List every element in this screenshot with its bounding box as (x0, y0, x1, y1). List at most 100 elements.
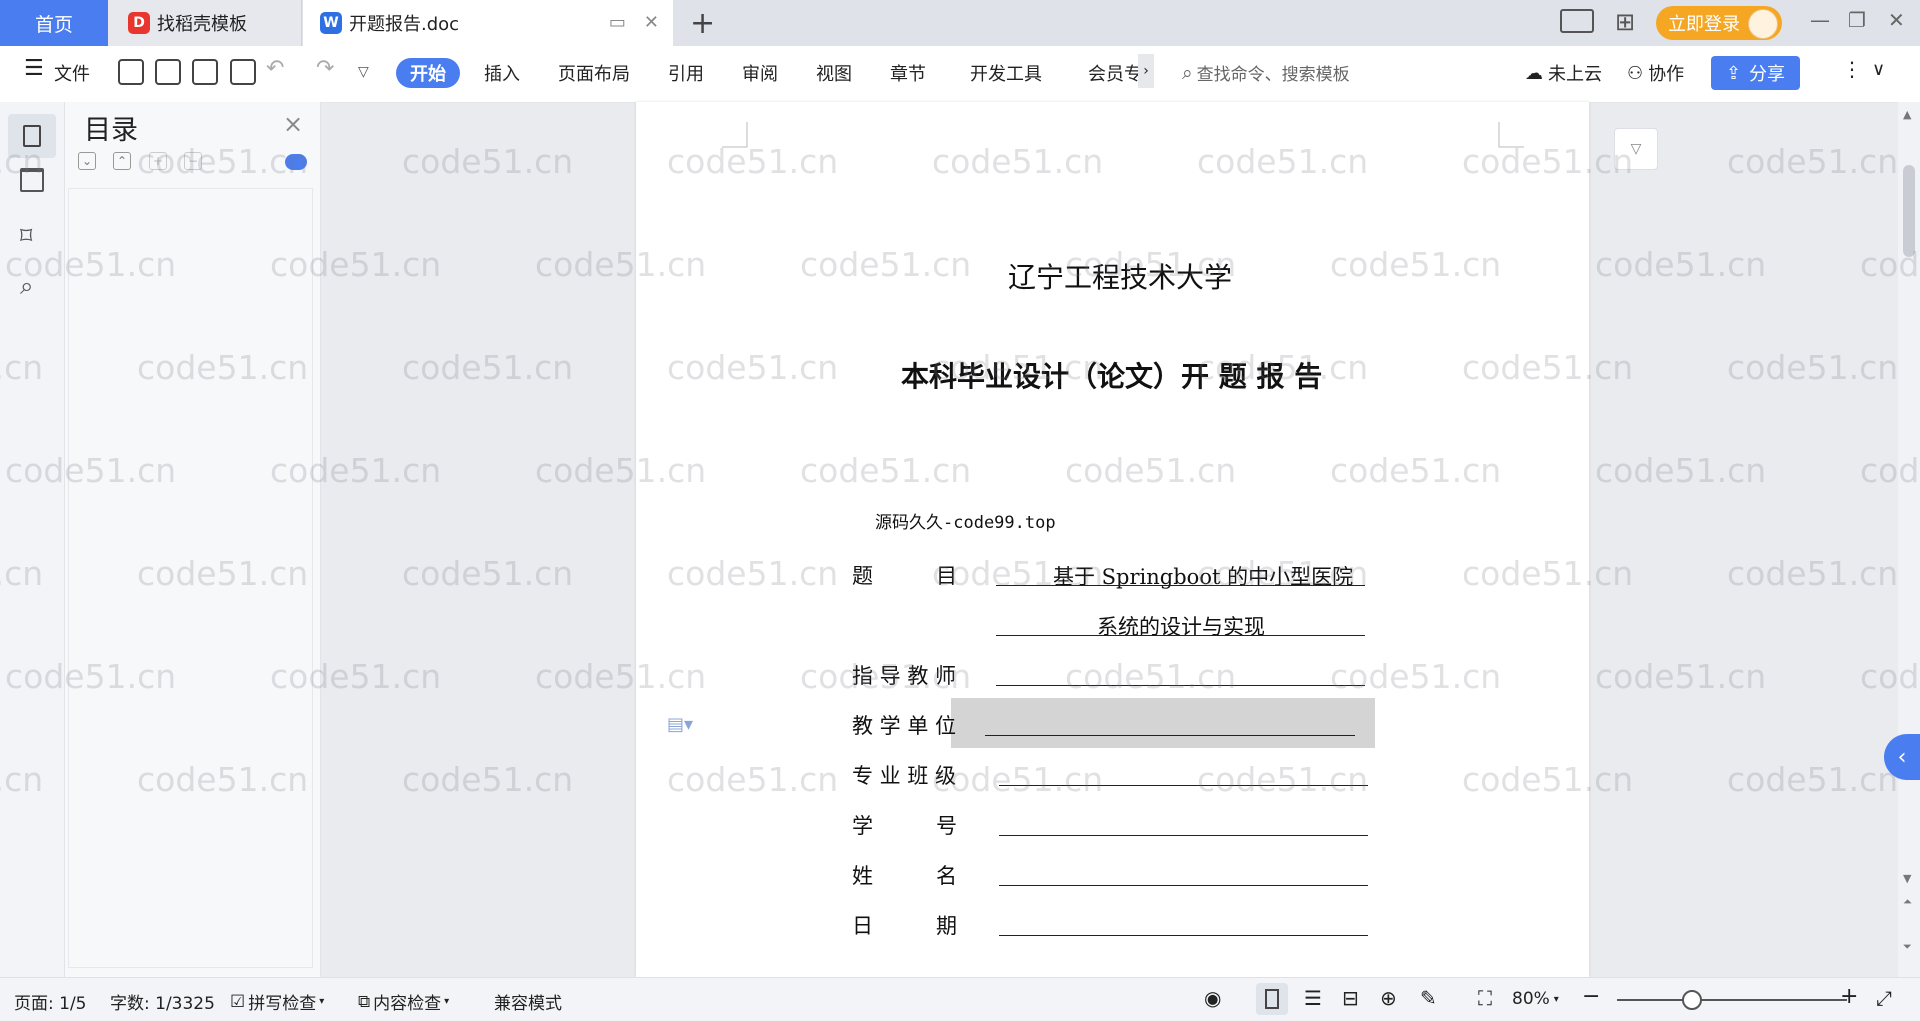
close-window-icon[interactable]: ✕ (1888, 8, 1905, 32)
zoom-in-icon[interactable]: + (1840, 984, 1858, 1009)
pen-icon[interactable]: ✎ (1420, 986, 1437, 1010)
menu-dev-tools[interactable]: 开发工具 (970, 60, 1042, 86)
field-underline-topic (996, 585, 1365, 586)
field-value-topic-line2[interactable]: 系统的设计与实现 (1097, 611, 1265, 641)
share-button[interactable]: ⇪ 分享 (1711, 56, 1800, 90)
tab-docer-label: 找稻壳模板 (157, 14, 247, 35)
outline-view-icon[interactable]: ☰ (1304, 986, 1322, 1010)
reading-view-icon[interactable]: ⊟ (1342, 986, 1359, 1010)
field-label-name: 姓 名 (852, 864, 957, 888)
field-label-date: 日 期 (852, 914, 957, 938)
command-search[interactable]: ⌕ 查找命令、搜索模板 (1182, 60, 1350, 86)
file-menu[interactable]: 文件 (54, 60, 90, 86)
login-button[interactable]: 立即登录 (1656, 6, 1782, 40)
menu-view[interactable]: 视图 (816, 60, 852, 86)
outline-list (68, 188, 313, 968)
menu-start[interactable]: 开始 (396, 58, 460, 88)
restore-icon[interactable]: ❐ (1848, 8, 1866, 32)
chapter-nav-icon[interactable] (20, 168, 44, 192)
spellcheck-button[interactable]: ☑ 拼写检查 ▾ (230, 989, 324, 1015)
university-name: 辽宁工程技术大学 (1008, 261, 1233, 294)
page-view-icon (1265, 989, 1279, 1009)
field-value-topic[interactable]: 基于 Springboot 的中小型医院 (1053, 561, 1353, 591)
fit-page-icon[interactable]: ⛶ (1478, 986, 1492, 1010)
zoom-slider[interactable] (1617, 999, 1847, 1001)
tab-docer[interactable]: D 找稻壳模板 (108, 0, 302, 46)
collapse-ribbon-icon[interactable]: ∨ (1872, 59, 1885, 80)
print-preview-icon[interactable] (230, 59, 256, 85)
watermark-text: code51.cn (1727, 760, 1899, 799)
add-level-icon[interactable]: + (149, 152, 167, 170)
page-view-button[interactable] (1256, 983, 1288, 1015)
scroll-down-icon[interactable]: ▼ (1903, 872, 1911, 885)
page-indicator[interactable]: 页面: 1/5 (14, 989, 87, 1014)
field-underline-class[interactable] (999, 785, 1368, 786)
close-tab-icon[interactable]: ✕ (644, 12, 659, 33)
scroll-thumb[interactable] (1903, 165, 1915, 257)
menu-scroll-right-icon[interactable]: › (1138, 54, 1154, 88)
new-tab-button[interactable]: + (690, 6, 715, 41)
scroll-up-icon[interactable]: ▲ (1903, 108, 1911, 121)
undo-icon[interactable]: ↶ (266, 56, 284, 81)
paragraph-icon[interactable]: ▤▾ (667, 714, 693, 735)
smart-outline-icon[interactable] (285, 154, 307, 170)
status-bar: 页面: 1/5 字数: 1/3325 ☑ 拼写检查 ▾ ⧉ 内容检查 ▾ 兼容模… (0, 977, 1920, 1021)
cloud-status[interactable]: ☁ 未上云 (1525, 60, 1602, 86)
field-label-advisor: 指 导 教 师 (852, 664, 957, 688)
web-view-icon[interactable]: ⊕ (1380, 986, 1397, 1010)
chevron-down-icon: ▾ (444, 996, 450, 1007)
field-underline-advisor[interactable] (996, 685, 1365, 686)
cloud-icon: ☁ (1525, 62, 1543, 84)
menu-reference[interactable]: 引用 (668, 60, 704, 86)
left-rail: ⌑ ⌕ (0, 102, 65, 977)
outline-nav-button[interactable] (8, 114, 56, 158)
apps-grid-icon[interactable]: ⊞ (1615, 8, 1635, 36)
collab-button[interactable]: ⚇ 协作 (1627, 60, 1684, 86)
watermark-text: code51.cn (1595, 657, 1767, 696)
fullscreen-icon[interactable]: ⤢ (1876, 986, 1892, 1010)
quick-access-more-icon[interactable]: ▽ (358, 64, 369, 80)
redo-icon[interactable]: ↷ (316, 56, 334, 81)
watermark-text: code51.cn (402, 142, 574, 181)
hamburger-icon[interactable]: ☰ (24, 56, 44, 81)
menu-page-layout[interactable]: 页面布局 (558, 60, 630, 86)
word-count[interactable]: 字数: 1/3325 (110, 989, 215, 1014)
print-icon[interactable] (192, 59, 218, 85)
share-label: 分享 (1749, 64, 1786, 85)
bookmark-icon[interactable]: ⌑ (20, 222, 44, 250)
menu-chapter[interactable]: 章节 (890, 60, 926, 86)
expand-all-icon[interactable]: ⌄ (78, 152, 96, 170)
content-check-button[interactable]: ⧉ 内容检查 ▾ (358, 989, 450, 1015)
monitor-icon[interactable]: ▭ (609, 12, 626, 33)
eye-protection-icon[interactable]: ◉ (1204, 986, 1221, 1010)
more-icon[interactable]: ⋮ (1842, 57, 1862, 81)
reading-mode-icon[interactable] (1560, 9, 1594, 33)
writer-logo-icon: W (320, 12, 342, 34)
tab-home[interactable]: 首页 (0, 0, 108, 46)
field-underline-student-id[interactable] (999, 835, 1368, 836)
next-page-icon[interactable]: ⏷ (1903, 940, 1912, 954)
menu-review[interactable]: 审阅 (742, 60, 778, 86)
field-underline-name[interactable] (999, 885, 1368, 886)
filter-icon[interactable]: ▽ (1614, 128, 1658, 170)
remove-level-icon[interactable]: − (184, 152, 202, 170)
prev-page-icon[interactable]: ⏶ (1903, 895, 1912, 909)
watermark-text: code51.cn (1727, 348, 1899, 387)
chevron-down-icon: ▾ (1553, 993, 1559, 1005)
menu-insert[interactable]: 插入 (484, 60, 520, 86)
zoom-out-icon[interactable]: − (1582, 984, 1600, 1009)
zoom-level[interactable]: 80% ▾ (1512, 989, 1559, 1009)
collapse-all-icon[interactable]: ⌃ (113, 152, 131, 170)
export-icon[interactable] (155, 59, 181, 85)
outline-close-icon[interactable]: × (283, 110, 303, 138)
side-panel-toggle-icon[interactable]: ‹ (1884, 734, 1920, 780)
field-underline-date[interactable] (999, 935, 1368, 936)
search-nav-icon[interactable]: ⌕ (20, 272, 44, 300)
minimize-icon[interactable]: — (1810, 8, 1830, 32)
menu-member[interactable]: 会员专 (1088, 60, 1142, 86)
save-icon[interactable] (118, 59, 144, 85)
field-underline-unit[interactable] (985, 735, 1355, 736)
document-page[interactable] (636, 102, 1589, 977)
tab-document[interactable]: W 开题报告.doc ▭ ✕ (303, 0, 673, 46)
zoom-slider-handle[interactable] (1682, 990, 1702, 1010)
